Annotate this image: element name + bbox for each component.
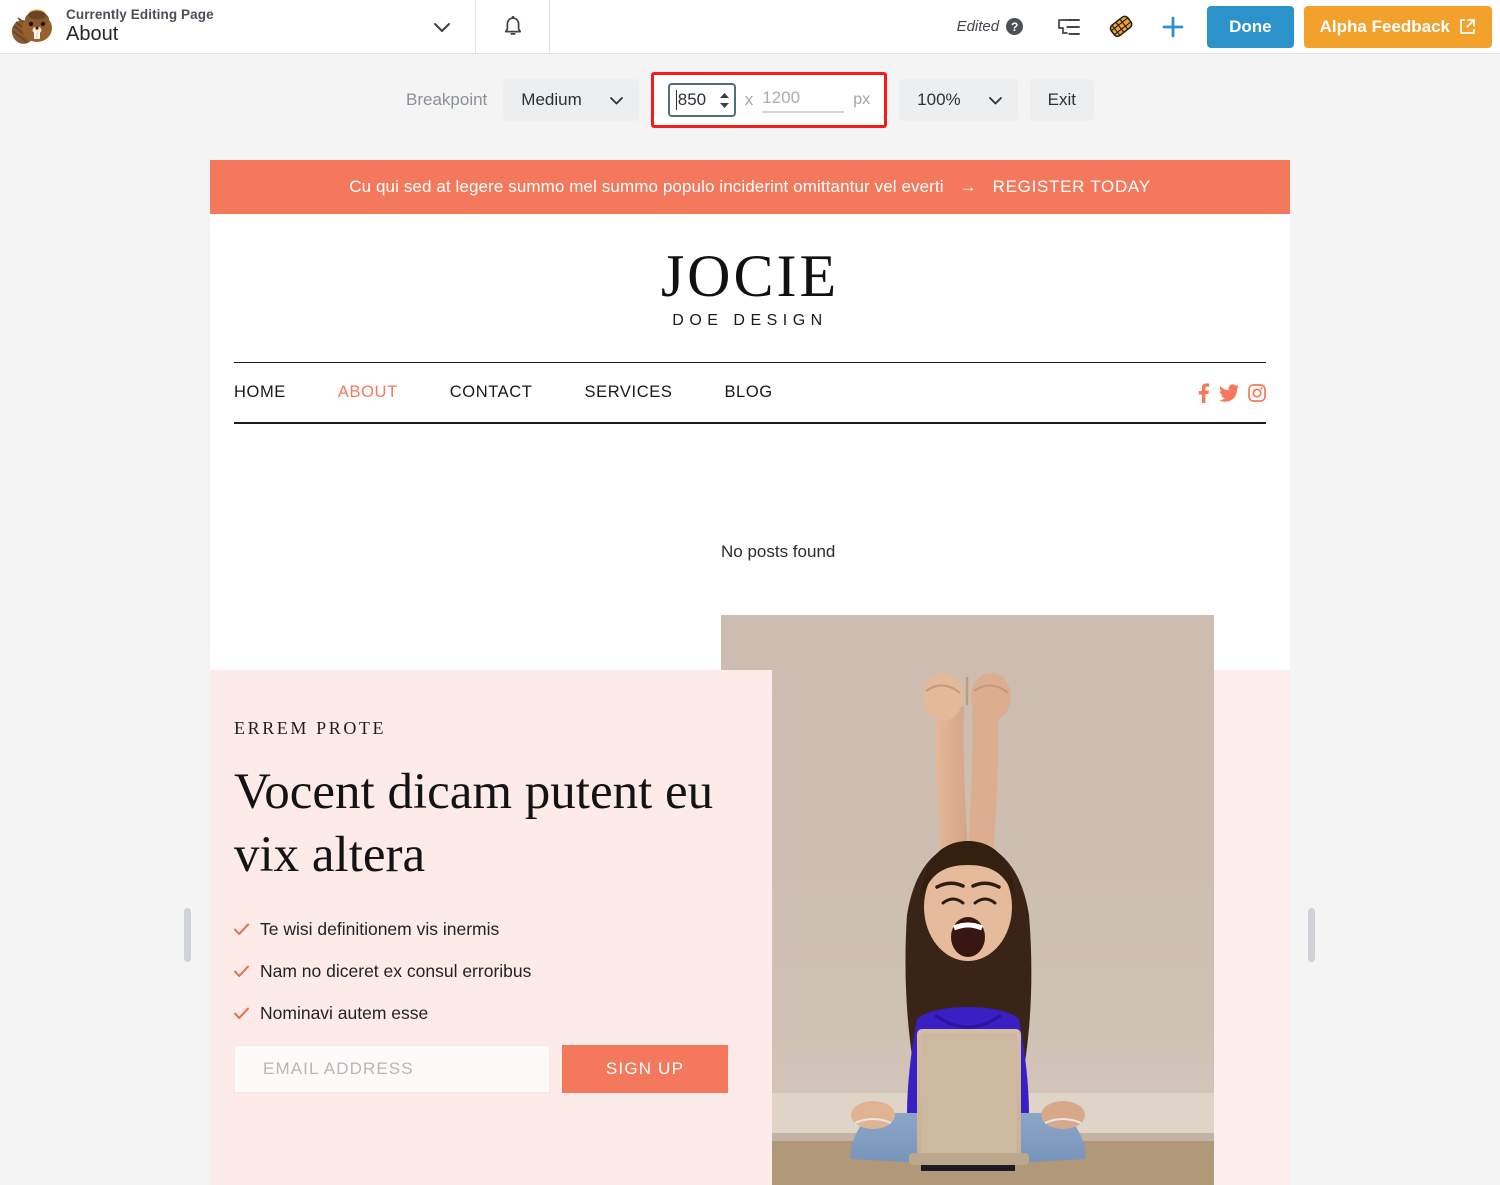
email-placeholder: EMAIL ADDRESS (263, 1059, 414, 1079)
edited-status: Edited ? (957, 18, 1024, 35)
nav-item-about[interactable]: ABOUT (338, 383, 398, 402)
facebook-icon[interactable] (1196, 383, 1210, 403)
nav-items: HOME ABOUT CONTACT SERVICES BLOG (234, 383, 825, 402)
add-button[interactable] (1147, 0, 1199, 54)
site-nav-wrapper: HOME ABOUT CONTACT SERVICES BLOG (210, 362, 1290, 424)
promo-panel: ERREM PROTE Vocent dicam putent eu vix a… (210, 670, 772, 1185)
canvas-width-value: 850 (676, 90, 719, 110)
bell-icon (502, 15, 524, 39)
exit-button[interactable]: Exit (1030, 79, 1094, 121)
canvas-resize-handle-left[interactable] (184, 908, 191, 962)
nav-item-contact[interactable]: CONTACT (450, 383, 533, 402)
outline-panel-button[interactable] (1043, 0, 1095, 54)
plus-icon (1159, 13, 1187, 41)
breakpoint-label: Breakpoint (406, 90, 487, 110)
chevron-down-icon (987, 92, 1004, 109)
site-logo[interactable]: JOCIE DOE DESIGN (210, 214, 1290, 362)
canvas-size-highlight: 850 x 1200 px (651, 72, 887, 128)
list-item: Nam no diceret ex consul erroribus (234, 961, 728, 982)
stepper-arrows-icon[interactable] (719, 92, 730, 109)
exit-label: Exit (1048, 90, 1076, 110)
breakpoint-preset-select[interactable]: Medium (503, 79, 638, 121)
site-nav: HOME ABOUT CONTACT SERVICES BLOG (234, 362, 1266, 424)
waffle-tool-icon (1106, 14, 1136, 40)
promo-checklist: Te wisi definitionem vis inermis Nam no … (234, 919, 728, 1024)
check-mark-icon (234, 1007, 249, 1020)
list-item: Te wisi definitionem vis inermis (234, 919, 728, 940)
canvas-resize-handle-right[interactable] (1308, 908, 1315, 962)
list-item: Nominavi autem esse (234, 1003, 728, 1024)
page-title: About (66, 23, 214, 45)
nav-item-services[interactable]: SERVICES (584, 383, 672, 402)
promo-eyebrow: ERREM PROTE (234, 718, 728, 739)
external-link-icon (1459, 18, 1476, 35)
alpha-feedback-button[interactable]: Alpha Feedback (1304, 6, 1492, 48)
outline-list-icon (1056, 16, 1082, 38)
editing-eyebrow: Currently Editing Page (66, 7, 214, 22)
question-mark-icon[interactable]: ? (1006, 18, 1023, 35)
signup-form: EMAIL ADDRESS SIGN UP (234, 1045, 728, 1093)
done-button[interactable]: Done (1207, 6, 1294, 48)
arrow-right-icon: → (960, 177, 977, 197)
chevron-down-icon[interactable] (431, 16, 453, 38)
signup-label: SIGN UP (606, 1059, 684, 1079)
announcement-bar: Cu qui sed at legere summo mel summo pop… (210, 160, 1290, 214)
zoom-select[interactable]: 100% (899, 79, 1017, 121)
chevron-down-icon (608, 92, 625, 109)
edited-label: Edited (957, 18, 1000, 35)
breakpoint-toolbar: Breakpoint Medium 850 x 1200 px 100% Exi… (0, 54, 1500, 146)
beaver-logo (10, 6, 56, 48)
zoom-value: 100% (917, 90, 960, 110)
canvas-height-input[interactable]: 1200 (762, 88, 844, 113)
canvas-width-input[interactable]: 850 (668, 83, 736, 117)
breakpoint-preset-value: Medium (521, 90, 581, 110)
size-separator: x (745, 90, 754, 110)
top-bar-actions: Edited ? Done (957, 0, 1500, 54)
site-logo-sub: DOE DESIGN (672, 312, 827, 330)
twitter-icon[interactable] (1219, 384, 1239, 402)
alpha-feedback-label: Alpha Feedback (1320, 17, 1450, 37)
tools-button[interactable] (1095, 0, 1147, 54)
nav-item-home[interactable]: HOME (234, 383, 286, 402)
check-mark-icon (234, 923, 249, 936)
check-mark-icon (234, 965, 249, 978)
checklist-label: Nominavi autem esse (260, 1003, 428, 1024)
register-today-link[interactable]: REGISTER TODAY (993, 177, 1151, 197)
pink-accent-band (1213, 670, 1290, 1185)
promo-headline: Vocent dicam putent eu vix altera (234, 761, 728, 887)
nav-item-blog[interactable]: BLOG (724, 383, 772, 402)
checklist-label: Nam no diceret ex consul erroribus (260, 961, 531, 982)
page-preview-canvas: Cu qui sed at legere summo mel summo pop… (210, 160, 1290, 1185)
page-selector[interactable]: Currently Editing Page About (0, 0, 476, 54)
social-links (1196, 383, 1266, 403)
editor-top-bar: Currently Editing Page About Edited ? (0, 0, 1500, 54)
hero-photo (721, 615, 1214, 1185)
signup-button[interactable]: SIGN UP (562, 1045, 728, 1093)
woman-cheering-with-laptop-photo (721, 615, 1214, 1185)
checklist-label: Te wisi definitionem vis inermis (260, 919, 499, 940)
email-input[interactable]: EMAIL ADDRESS (234, 1045, 550, 1093)
page-meta: Currently Editing Page About (66, 7, 214, 46)
site-logo-main: JOCIE (661, 246, 839, 306)
unit-label: px (853, 91, 870, 109)
no-posts-message: No posts found (721, 542, 835, 562)
instagram-icon[interactable] (1248, 384, 1266, 402)
notifications-button[interactable] (476, 0, 550, 54)
announcement-text: Cu qui sed at legere summo mel summo pop… (349, 177, 943, 197)
